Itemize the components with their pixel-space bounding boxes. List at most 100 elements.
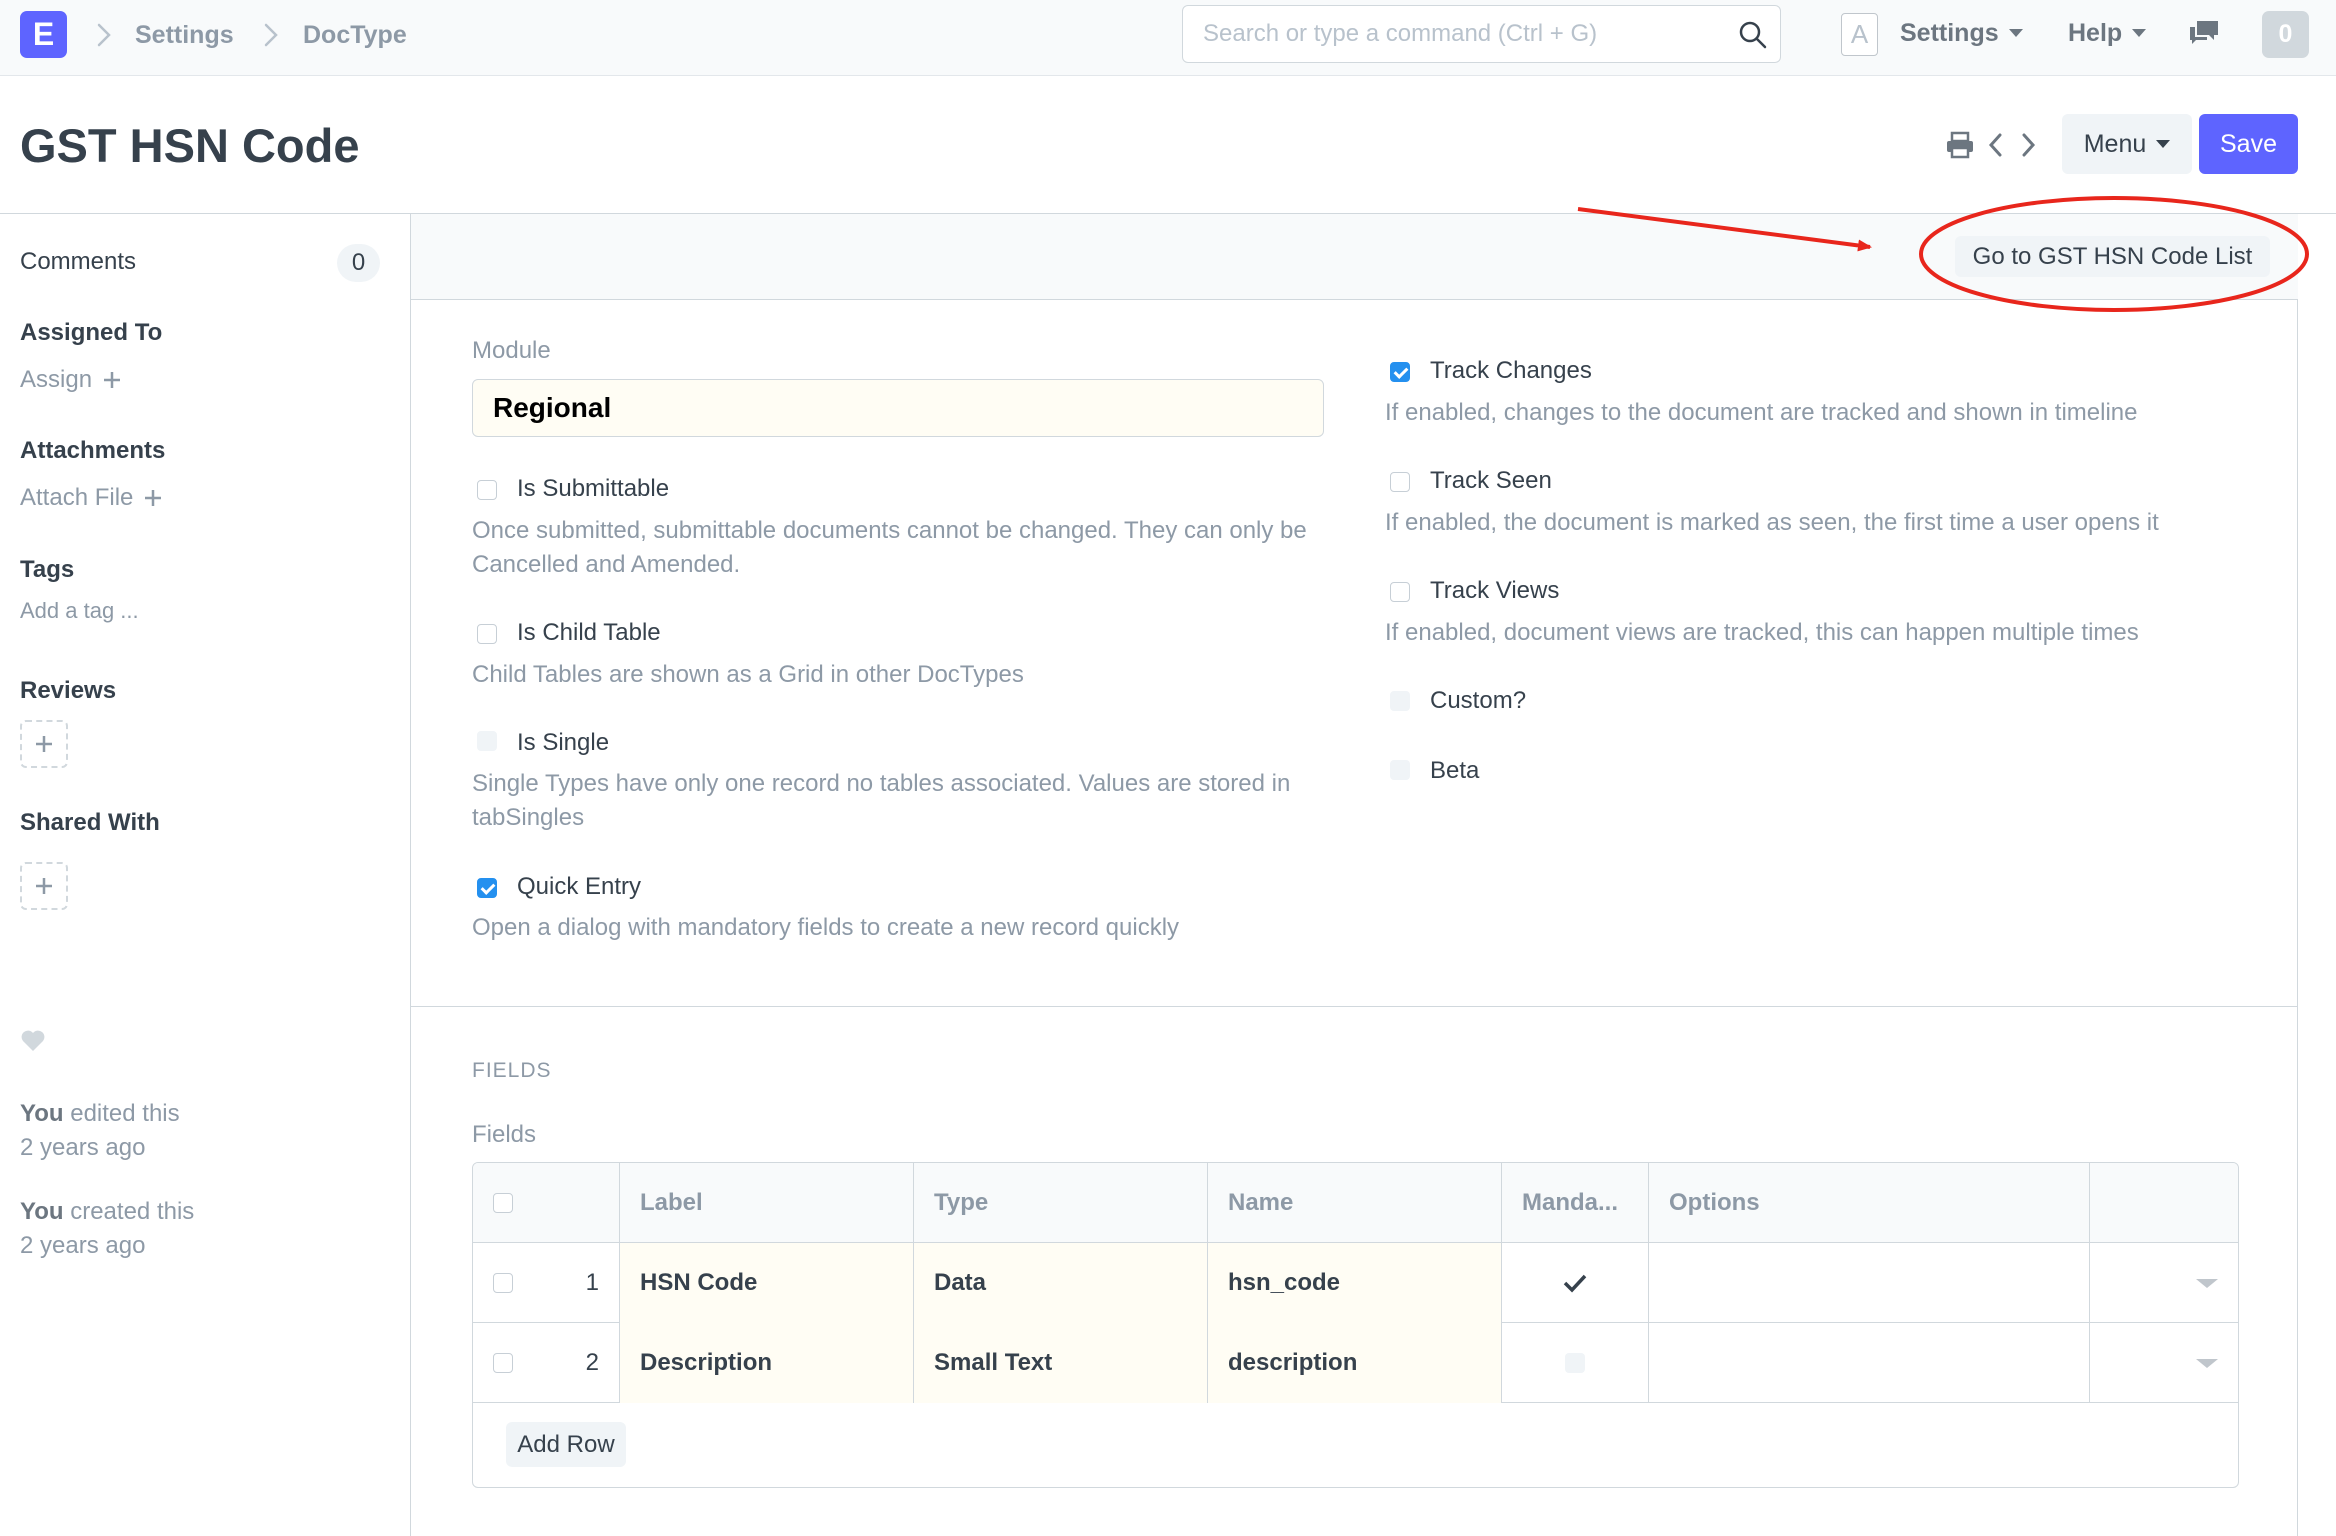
chevron-left-icon[interactable] — [1985, 130, 2007, 160]
beta-checkbox[interactable] — [1390, 760, 1410, 780]
help-dropdown[interactable]: Help — [2068, 18, 2147, 48]
row-name-cell[interactable]: description — [1208, 1323, 1502, 1403]
track-seen-checkbox[interactable] — [1390, 472, 1410, 492]
heart-icon[interactable] — [20, 1029, 46, 1053]
module-field[interactable] — [472, 379, 1324, 437]
is-single-checkbox[interactable] — [477, 731, 497, 751]
row-mandatory-cell[interactable] — [1502, 1323, 1649, 1403]
beta-label: Beta — [1430, 757, 1480, 784]
section-divider — [411, 1006, 2298, 1007]
timeline-entry: You edited this 2 years ago — [20, 1097, 180, 1165]
settings-dropdown-label: Settings — [1900, 19, 1999, 47]
grid-header-mandatory: Manda... — [1502, 1163, 1649, 1243]
search-input[interactable] — [1183, 6, 1703, 62]
row-expand-icon[interactable] — [2196, 1359, 2218, 1368]
add-tag-link[interactable]: Add a tag ... — [20, 596, 139, 626]
row-actions-cell[interactable] — [2090, 1243, 2238, 1323]
comments-label[interactable]: Comments — [20, 247, 136, 277]
grid-header-actions — [2090, 1163, 2238, 1243]
track-seen-label: Track Seen — [1430, 467, 1552, 494]
row-mandatory-cell[interactable] — [1502, 1243, 1649, 1323]
custom-checkbox[interactable] — [1390, 691, 1410, 711]
chevron-right-icon — [97, 23, 111, 47]
user-avatar[interactable]: A — [1841, 13, 1878, 56]
grid-header-select — [473, 1163, 620, 1243]
chevron-right-icon — [264, 23, 278, 47]
breadcrumb-settings[interactable]: Settings — [135, 20, 234, 50]
chat-icon[interactable] — [2187, 18, 2221, 48]
row-checkbox[interactable] — [493, 1273, 513, 1293]
is-submittable-help: Once submitted, submittable documents ca… — [472, 517, 1307, 578]
timeline-time: 2 years ago — [20, 1232, 146, 1259]
menu-button-label: Menu — [2083, 129, 2147, 158]
assign-link[interactable]: Assign — [20, 365, 122, 395]
is-submittable-checkbox[interactable] — [477, 480, 497, 500]
timeline-time: 2 years ago — [20, 1134, 146, 1161]
caret-down-icon — [2008, 29, 2023, 37]
row-number: 2 — [585, 1349, 599, 1376]
chevron-right-icon[interactable] — [2017, 130, 2039, 160]
row-checkbox[interactable] — [493, 1353, 513, 1373]
caret-down-icon — [2156, 140, 2171, 148]
notifications-badge[interactable]: 0 — [2262, 11, 2309, 58]
fields-grid: Label Type Name Manda... Options 1 HSN C… — [472, 1162, 2239, 1488]
attach-file-link[interactable]: Attach File — [20, 483, 163, 513]
track-changes-checkbox[interactable] — [1390, 362, 1410, 382]
save-button[interactable]: Save — [2199, 114, 2298, 174]
is-child-table-help: Child Tables are shown as a Grid in othe… — [472, 661, 1024, 688]
row-label-cell[interactable]: HSN Code — [620, 1243, 914, 1323]
row-number: 1 — [585, 1269, 599, 1296]
row-options-cell[interactable] — [1649, 1243, 2090, 1323]
row-expand-icon[interactable] — [2196, 1279, 2218, 1288]
navbar: E Settings DocType A Settings Help 0 — [0, 0, 2336, 76]
add-row-button[interactable]: Add Row — [506, 1422, 626, 1467]
add-share-button[interactable] — [20, 862, 68, 910]
table-row[interactable]: 2 Description Small Text description — [473, 1323, 2238, 1403]
track-views-label: Track Views — [1430, 577, 1560, 604]
fields-section-heading[interactable]: FIELDS — [472, 1058, 552, 1084]
module-label: Module — [472, 337, 551, 364]
grid-header-row: Label Type Name Manda... Options — [473, 1163, 2238, 1243]
row-name-cell[interactable]: hsn_code — [1208, 1243, 1502, 1323]
go-to-list-button[interactable]: Go to GST HSN Code List — [1955, 236, 2270, 277]
search-bar[interactable] — [1182, 5, 1781, 63]
menu-button[interactable]: Menu — [2062, 114, 2192, 174]
breadcrumb-doctype[interactable]: DocType — [303, 20, 407, 50]
track-changes-help: If enabled, changes to the document are … — [1385, 399, 2138, 426]
row-actions-cell[interactable] — [2090, 1323, 2238, 1403]
quick-entry-checkbox[interactable] — [477, 878, 497, 898]
row-index: 2 — [473, 1323, 620, 1403]
plus-icon — [104, 372, 121, 388]
track-changes-label: Track Changes — [1430, 357, 1592, 384]
page-title: GST HSN Code — [20, 119, 360, 172]
is-child-table-checkbox[interactable] — [477, 624, 497, 644]
row-options-cell[interactable] — [1649, 1323, 2090, 1403]
timeline-actor: You — [20, 1100, 64, 1127]
plus-icon — [36, 736, 52, 752]
plus-icon — [145, 490, 162, 506]
track-seen-help: If enabled, the document is marked as se… — [1385, 509, 2159, 536]
grid-header-options: Options — [1649, 1163, 2090, 1243]
add-review-button[interactable] — [20, 720, 68, 768]
row-type-cell[interactable]: Small Text — [914, 1323, 1208, 1403]
grid-header-type: Type — [914, 1163, 1208, 1243]
attachments-heading: Attachments — [20, 437, 166, 464]
tags-heading: Tags — [20, 556, 75, 583]
is-child-table-label: Is Child Table — [517, 619, 661, 646]
settings-dropdown[interactable]: Settings — [1900, 18, 2023, 48]
checkmark-icon — [1563, 1274, 1587, 1293]
attach-file-link-label: Attach File — [20, 484, 134, 511]
row-type-cell[interactable]: Data — [914, 1243, 1208, 1323]
table-row[interactable]: 1 HSN Code Data hsn_code — [473, 1243, 2238, 1323]
select-all-checkbox[interactable] — [493, 1193, 513, 1213]
track-views-checkbox[interactable] — [1390, 582, 1410, 602]
timeline-action: edited this — [70, 1100, 180, 1127]
row-label-cell[interactable]: Description — [620, 1323, 914, 1403]
print-icon[interactable] — [1945, 130, 1975, 160]
row-index: 1 — [473, 1243, 620, 1323]
search-icon[interactable] — [1738, 20, 1768, 50]
caret-down-icon — [2132, 29, 2147, 37]
mandatory-unchecked-box[interactable] — [1565, 1353, 1585, 1373]
is-single-label: Is Single — [517, 729, 610, 756]
app-logo[interactable]: E — [20, 11, 67, 58]
